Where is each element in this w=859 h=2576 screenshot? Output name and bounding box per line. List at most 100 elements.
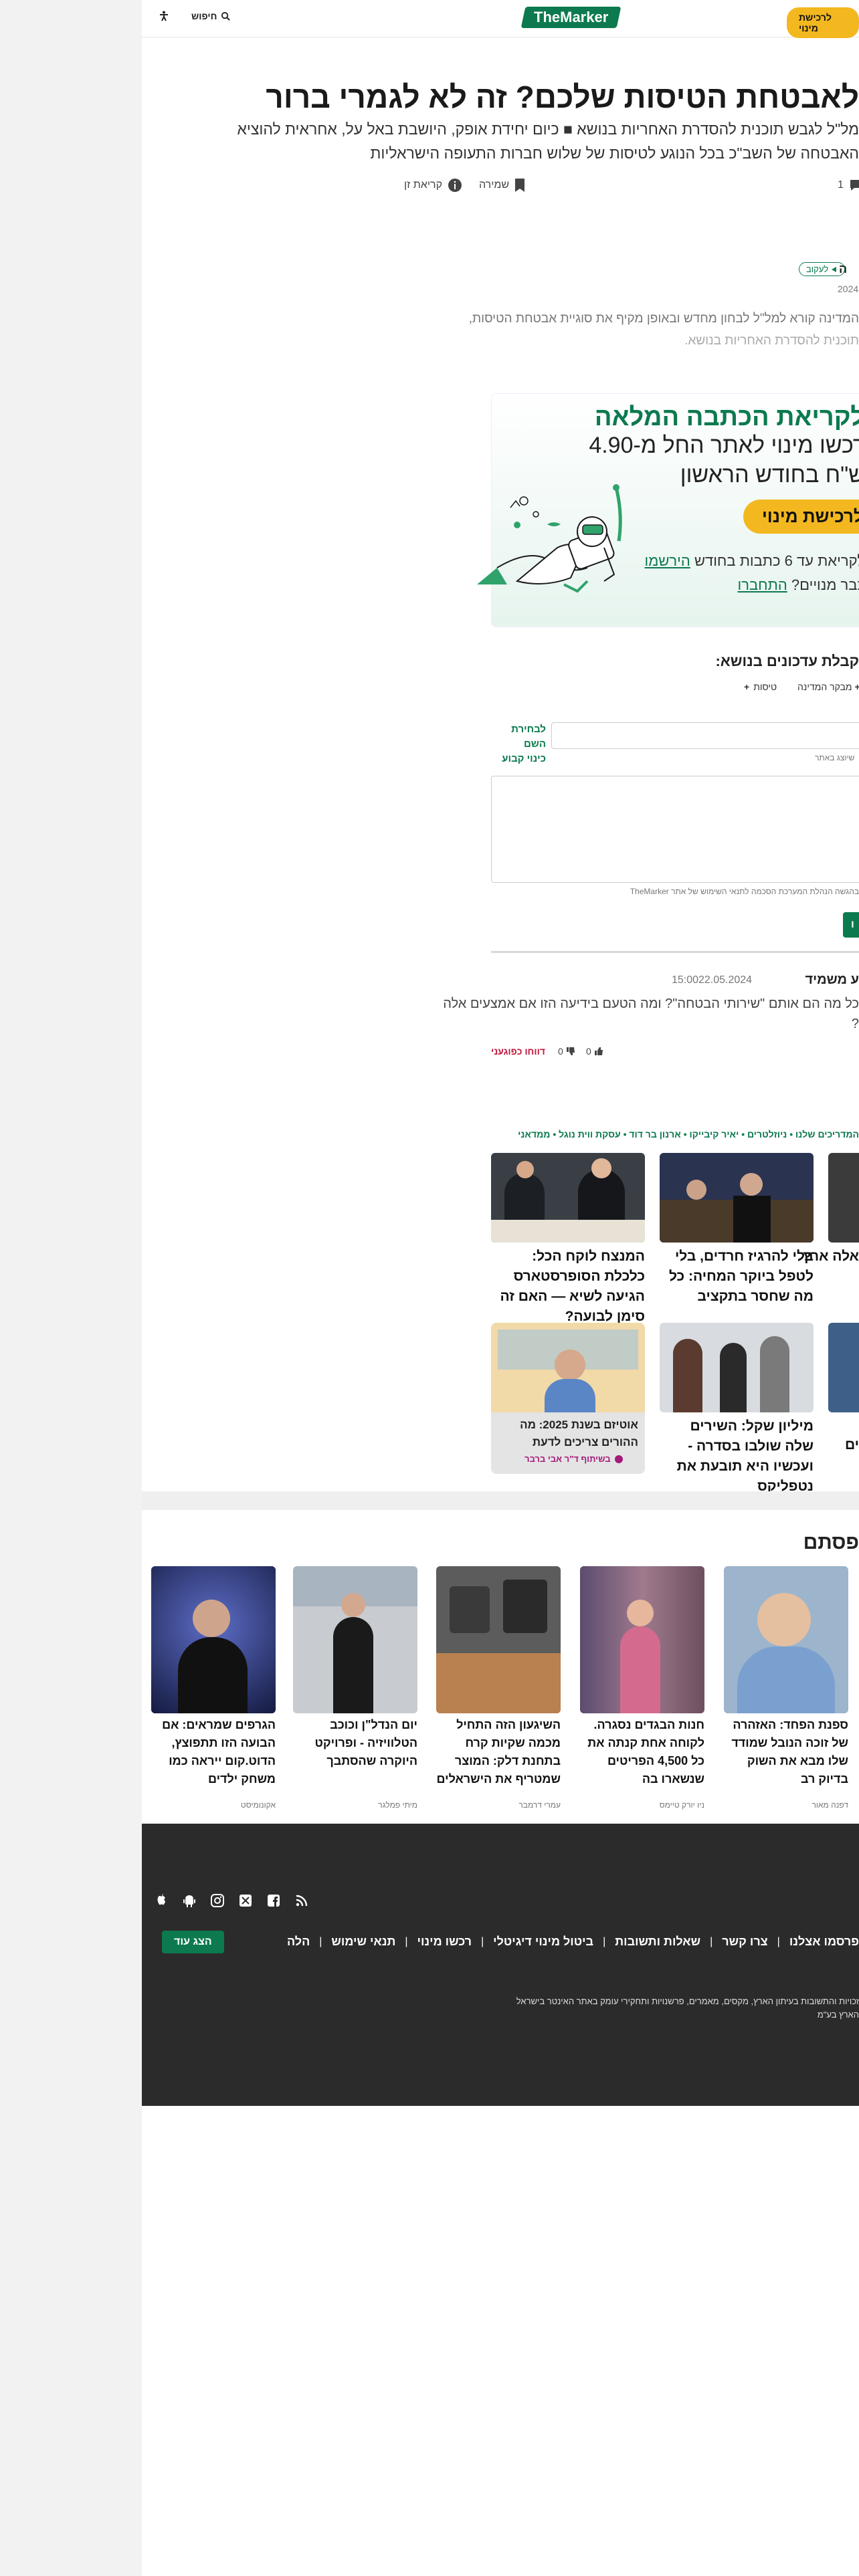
paywall-heading: לקריאת הכתבה המלאה — [594, 403, 859, 431]
header-subscribe-label: לרכישת מינוי — [799, 12, 832, 33]
page: לרכישת מינוי TheMarker חיפוש לאבטחת הטיס… — [142, 0, 859, 2576]
person-silhouette-icon — [333, 1617, 373, 1713]
search-icon — [221, 11, 231, 21]
promo-image-2[interactable] — [436, 1566, 561, 1713]
article-body-line2: תוכנית להסדרת האחריות בנושא. — [684, 334, 859, 348]
footer-more-label: הצג עוד — [174, 1936, 212, 1947]
accessibility-icon — [160, 11, 168, 21]
follow-author-button[interactable]: לעקוב — [799, 262, 846, 276]
likes-count: 0 — [586, 1046, 591, 1057]
play-arrow-icon — [832, 266, 837, 272]
promo-image-1[interactable] — [580, 1566, 704, 1713]
android-icon[interactable] — [182, 1893, 197, 1908]
tag1-label: מבקר המדינה — [797, 681, 852, 692]
login-link[interactable]: התחברו — [738, 576, 787, 593]
card-image-partial2[interactable] — [828, 1323, 859, 1412]
promo-title-2[interactable]: השיגעון הזה התחיל מכמה שקיות קרח בתחנת ד… — [436, 1716, 561, 1788]
rss-icon[interactable] — [294, 1893, 309, 1908]
article-title: לאבטחת הטיסות שלכם? זה לא לגמרי ברור — [266, 80, 859, 114]
comment-submit-button[interactable]: ו — [843, 912, 859, 938]
facebook-icon[interactable] — [266, 1893, 281, 1908]
tag2-label: טיסות — [753, 681, 777, 692]
dislikes-count: 0 — [558, 1046, 563, 1057]
footer-separator: | — [603, 1935, 606, 1947]
x-twitter-icon[interactable] — [238, 1893, 253, 1908]
save-article-button[interactable]: שמירה — [479, 178, 525, 193]
register-link[interactable]: הירשמו — [645, 552, 690, 569]
choose-name-link[interactable]: לבחירת השם כינוי קבוע — [490, 722, 546, 766]
person-silhouette-icon — [720, 1343, 747, 1412]
card-image-superstars[interactable] — [491, 1153, 645, 1243]
comment-like-button[interactable]: 0 — [586, 1046, 603, 1057]
article-body-line1: המדינה קורא למל"ל לבחון מחדש ובאופן מקיף… — [468, 312, 859, 326]
comment-text-line2: ? — [851, 1016, 859, 1031]
footer-link-0[interactable]: הלה — [287, 1935, 310, 1949]
promo-image-3[interactable] — [293, 1566, 417, 1713]
section-separator — [142, 1491, 859, 1510]
footer-link-2[interactable]: רכשו מינוי — [417, 1935, 472, 1949]
sponsor-credit: בשיתוף ד"ר אבי ברבר — [524, 1454, 623, 1464]
footer-separator: | — [481, 1935, 484, 1947]
card-title-partial[interactable]: אלה ארץ — [803, 1247, 859, 1267]
footer-link-6[interactable]: פרסמו אצלנו — [789, 1935, 859, 1949]
listen-label: קריאת זן — [404, 179, 443, 191]
card-image-partial[interactable] — [828, 1153, 859, 1243]
card-image-netflix[interactable] — [660, 1323, 814, 1412]
card-title-netflix[interactable]: מיליון שקל: השירים שלה שולבו בסדרה - ועכ… — [660, 1416, 814, 1497]
sponsored-card-title: אוטיזם בשנת 2025: מה ההורים צריכים לדעת — [520, 1418, 638, 1448]
thumbs-down-icon — [566, 1047, 575, 1055]
card-title-budget[interactable]: בלי להרגיז חרדים, בלי לטפל ביוקר המחיה: … — [660, 1247, 814, 1307]
footer-link-5[interactable]: צרו קשר — [722, 1935, 767, 1949]
person-silhouette-icon — [620, 1626, 660, 1713]
footer-link-1[interactable]: תנאי שימוש — [331, 1935, 395, 1949]
accessibility-button[interactable] — [159, 11, 169, 21]
bookmark-icon — [515, 179, 525, 192]
choose-name-line2: כינוי קבוע — [502, 753, 546, 764]
search-label: חיפוש — [191, 11, 217, 21]
promo-title-1[interactable]: חנות הבגדים נסגרה. לקוחה אחת קנתה את כל … — [580, 1716, 704, 1788]
instagram-icon[interactable] — [210, 1893, 225, 1908]
card-title-superstars[interactable]: המנצח לוקח הכל: כלכלת הסופרסטארס הגיעה ל… — [491, 1247, 645, 1327]
comments-divider — [491, 951, 859, 953]
tag-chip-comptroller[interactable]: מבקר המדינה + — [797, 681, 859, 692]
comment-name-input[interactable] — [551, 722, 859, 749]
footer-link-4[interactable]: שאלות ותשובות — [615, 1935, 700, 1949]
comments-count-button[interactable]: 1 — [838, 178, 859, 193]
comment-body-textarea[interactable] — [491, 776, 859, 883]
footer-separator: | — [319, 1935, 322, 1947]
footer-link-3[interactable]: ביטול מינוי דיגיטלי — [493, 1935, 593, 1949]
search-button[interactable]: חיפוש — [191, 11, 231, 21]
promo-image-4[interactable] — [151, 1566, 276, 1713]
paywall-line2: ש"ח בחודש הראשון — [680, 462, 859, 488]
person-silhouette-icon — [760, 1336, 789, 1412]
report-comment-link[interactable]: דווחו כפוגעני — [491, 1046, 545, 1057]
promo-image-0[interactable] — [724, 1566, 848, 1713]
comment-bubble-icon — [850, 180, 859, 191]
comment-dislike-button[interactable]: 0 — [558, 1046, 575, 1057]
face-icon — [627, 1600, 654, 1626]
food-shape — [436, 1653, 561, 1713]
promo-title-4[interactable]: הגרפים שמראים: אם הבועה הזו תתפוצץ, הדוט… — [151, 1716, 276, 1788]
comment-text-line1: כל מה הם אותם "שירותי הבטחה"? ומה הטעם ב… — [443, 996, 859, 1011]
paywall-register-line: לקריאת עד 6 כתבות בחודש הירשמו — [645, 549, 859, 573]
paywall-line1: רכשו מינוי לאתר החל מ-4.90 — [589, 433, 859, 458]
promo-title-3[interactable]: יום הנדל"ן וכוכב הטלוויזיה - ופרויקט היו… — [293, 1716, 418, 1770]
header-subscribe-button[interactable]: לרכישת מינוי — [787, 7, 859, 38]
site-logo[interactable]: TheMarker — [520, 7, 622, 28]
face-icon — [193, 1600, 230, 1637]
paywall-box: לקריאת הכתבה המלאה רכשו מינוי לאתר החל מ… — [477, 393, 859, 627]
card-title-partial2[interactable]: ים — [828, 1435, 859, 1455]
footer-more-button[interactable]: הצג עוד — [162, 1931, 224, 1953]
table-shape — [491, 1220, 645, 1243]
promo-title-0[interactable]: ספנת הפחד: האזהרה של זוכה הנובל שמודד של… — [724, 1716, 848, 1788]
tag-chip-flights[interactable]: + טיסות — [744, 681, 777, 692]
card-image-budget[interactable] — [660, 1153, 814, 1243]
listen-article-button[interactable]: קריאת זן — [404, 178, 462, 193]
face-icon — [757, 1593, 811, 1646]
sponsored-card[interactable]: אוטיזם בשנת 2025: מה ההורים צריכים לדעת … — [491, 1323, 645, 1474]
apple-icon[interactable] — [154, 1893, 169, 1908]
paywall-login-line: כבר מנויים? התחברו — [738, 573, 859, 597]
recommended-tags-line[interactable]: המדריכים שלנו • ניוזלטרים • יאיר קיבייקו… — [518, 1129, 859, 1140]
paywall-subscribe-button[interactable]: לרכישת מינוי — [743, 500, 859, 534]
promo-credit-0: דפנה מאור — [812, 1800, 848, 1810]
